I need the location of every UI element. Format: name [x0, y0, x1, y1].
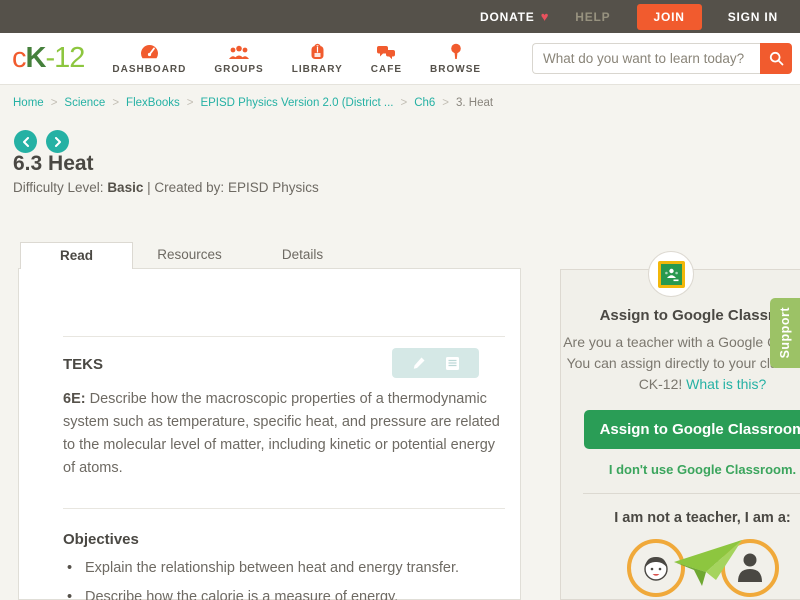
top-utility-bar: DONATE ♥ HELP JOIN SIGN IN — [0, 0, 800, 33]
lightbulb-icon — [450, 43, 462, 60]
objective-item: Explain the relationship between heat an… — [63, 560, 505, 576]
teks-heading: TEKS — [63, 348, 103, 373]
ck12-logo[interactable]: cK-12 — [12, 42, 84, 75]
page-title: 6.3 Heat — [13, 152, 94, 176]
sign-in-button[interactable]: SIGN IN — [728, 10, 778, 24]
google-classroom-badge — [648, 251, 694, 297]
assign-classroom-button[interactable]: Assign to Google Classroom — [584, 410, 800, 449]
teks-text: 6E: Describe how the macroscopic propert… — [63, 388, 503, 480]
help-link[interactable]: HELP — [575, 10, 610, 24]
classroom-panel-heading: Assign to Google Classroom — [561, 307, 800, 324]
difficulty-value: Basic — [107, 180, 143, 195]
panel-divider — [583, 493, 800, 494]
classroom-panel-text: Are you a teacher with a Google Classroo… — [561, 332, 800, 395]
chevron-right-icon — [54, 137, 62, 147]
tab-details[interactable]: Details — [246, 242, 359, 269]
dont-use-classroom-link[interactable]: I don't use Google Classroom. — [561, 462, 800, 477]
content-tabs: Read Resources Details — [20, 242, 359, 269]
google-classroom-icon — [658, 261, 685, 288]
nav-item-dashboard[interactable]: DASHBOARD — [98, 33, 200, 85]
chevron-left-icon — [22, 137, 30, 147]
next-lesson-button[interactable] — [46, 130, 69, 153]
created-by-value: EPISD Physics — [228, 180, 319, 195]
what-is-this-link[interactable]: What is this? — [686, 376, 766, 392]
nav-item-browse[interactable]: BROWSE — [416, 33, 495, 85]
previous-lesson-button[interactable] — [14, 130, 37, 153]
search-button[interactable] — [760, 43, 792, 74]
objective-item: Describe how the calorie is a measure of… — [63, 589, 505, 600]
share-watermark: SHARE — [690, 560, 723, 569]
nav-item-groups[interactable]: GROUPS — [200, 33, 277, 85]
pencil-icon[interactable] — [411, 355, 427, 371]
read-content-panel: TEKS 6E: Describe how the macroscopic pr… — [18, 268, 521, 600]
gauge-icon — [140, 43, 159, 60]
nav-item-cafe[interactable]: CAFE — [357, 33, 416, 85]
chat-bubbles-icon — [376, 43, 396, 60]
notes-icon[interactable] — [445, 356, 460, 371]
teks-header-row: TEKS — [63, 348, 505, 378]
breadcrumb: Home > Science > FlexBooks > EPISD Physi… — [13, 97, 493, 109]
role-parent[interactable]: Parent — [721, 539, 779, 600]
objectives-heading: Objectives — [63, 523, 505, 548]
not-teacher-text: I am not a teacher, I am a: — [561, 510, 800, 526]
objectives-list: Explain the relationship between heat an… — [63, 560, 505, 600]
people-icon — [228, 43, 250, 60]
tab-read[interactable]: Read — [20, 242, 133, 269]
tab-resources[interactable]: Resources — [133, 242, 246, 269]
breadcrumb-book[interactable]: EPISD Physics Version 2.0 (District ... — [200, 97, 393, 109]
lesson-pager — [14, 130, 69, 153]
search-input[interactable] — [532, 43, 760, 74]
nav-item-library[interactable]: LIBRARY — [278, 33, 357, 85]
role-selector: Student Parent — [561, 539, 800, 600]
heart-icon: ♥ — [541, 9, 550, 24]
breadcrumb-current: 3. Heat — [456, 97, 493, 109]
support-tab[interactable]: Support — [770, 298, 800, 368]
role-student[interactable]: Student — [627, 539, 685, 600]
main-navbar: cK-12 DASHBOARD GROUPS LIBRARY CAFE BROW… — [0, 33, 800, 85]
breadcrumb-flexbooks[interactable]: FlexBooks — [126, 97, 180, 109]
section-divider — [63, 336, 505, 337]
backpack-icon — [309, 43, 326, 60]
lesson-meta: Difficulty Level: Basic | Created by: EP… — [13, 180, 319, 195]
search-icon — [769, 51, 784, 66]
parent-icon — [721, 539, 779, 597]
section-divider — [63, 508, 505, 509]
search-bar — [532, 43, 792, 74]
student-icon — [627, 539, 685, 597]
annotation-toolbar[interactable] — [392, 348, 479, 378]
breadcrumb-chapter[interactable]: Ch6 — [414, 97, 435, 109]
breadcrumb-science[interactable]: Science — [64, 97, 105, 109]
join-button[interactable]: JOIN — [637, 4, 702, 30]
donate-link[interactable]: DONATE ♥ — [480, 9, 549, 24]
assign-classroom-panel: Assign to Google Classroom Are you a tea… — [560, 269, 800, 600]
breadcrumb-home[interactable]: Home — [13, 97, 44, 109]
